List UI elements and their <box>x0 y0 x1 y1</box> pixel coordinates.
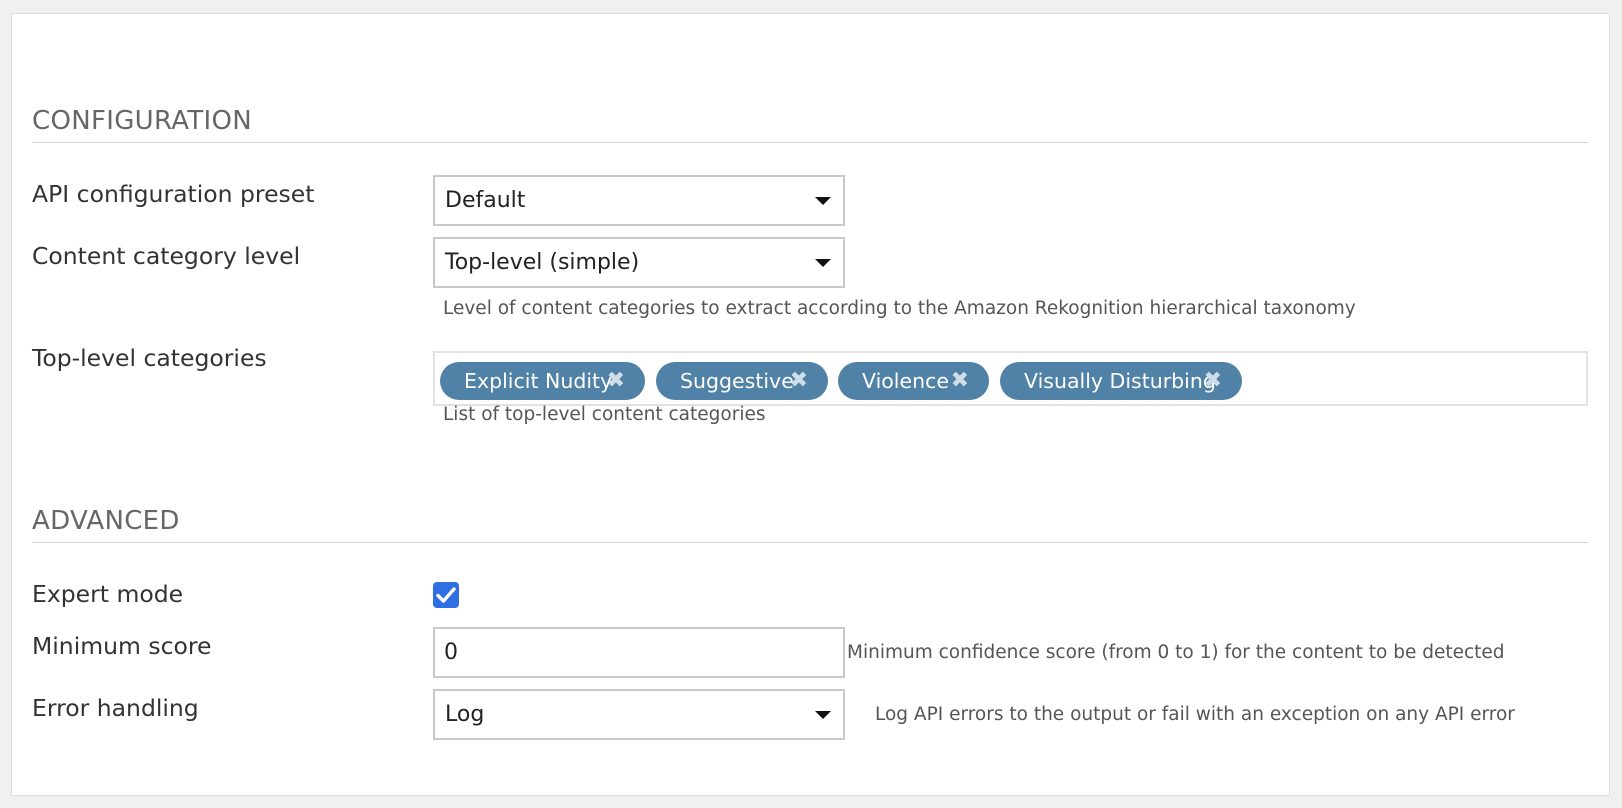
error-handling-select[interactable]: Log <box>433 689 845 740</box>
section-title-configuration: CONFIGURATION <box>32 106 253 136</box>
chevron-down-icon <box>815 259 831 267</box>
api-preset-label: API configuration preset <box>32 180 315 208</box>
tag-suggestive: Suggestive ✖ <box>656 362 828 400</box>
category-level-help: Level of content categories to extract a… <box>443 298 1356 319</box>
checkmark-icon <box>436 587 456 603</box>
settings-panel: CONFIGURATION API configuration preset D… <box>11 13 1610 796</box>
top-level-categories-label: Top-level categories <box>32 344 267 372</box>
remove-tag-icon[interactable]: ✖ <box>1204 362 1222 400</box>
remove-tag-icon[interactable]: ✖ <box>790 362 808 400</box>
error-handling-label: Error handling <box>32 694 199 722</box>
expert-mode-label: Expert mode <box>32 580 184 608</box>
chevron-down-icon <box>815 197 831 205</box>
error-handling-value: Log <box>445 702 485 727</box>
error-handling-help: Log API errors to the output or fail wit… <box>875 704 1515 725</box>
expert-mode-checkbox[interactable] <box>433 582 459 608</box>
categories-tag-input[interactable]: Explicit Nudity ✖ Suggestive ✖ Violence … <box>433 351 1588 406</box>
minimum-score-help: Minimum confidence score (from 0 to 1) f… <box>847 642 1505 663</box>
category-level-label: Content category level <box>32 242 301 270</box>
minimum-score-input[interactable] <box>433 627 845 678</box>
remove-tag-icon[interactable]: ✖ <box>607 362 625 400</box>
api-preset-value: Default <box>445 188 526 213</box>
chevron-down-icon <box>815 711 831 719</box>
section-divider <box>32 142 1588 143</box>
api-preset-select[interactable]: Default <box>433 175 845 226</box>
tag-label: Explicit Nudity <box>464 369 613 393</box>
tag-violence: Violence ✖ <box>838 362 989 400</box>
tag-label: Suggestive <box>680 369 794 393</box>
minimum-score-label: Minimum score <box>32 632 212 660</box>
remove-tag-icon[interactable]: ✖ <box>951 362 969 400</box>
tag-explicit-nudity: Explicit Nudity ✖ <box>440 362 645 400</box>
section-title-advanced: ADVANCED <box>32 506 180 536</box>
tag-label: Visually Disturbing <box>1024 369 1216 393</box>
categories-help: List of top-level content categories <box>443 404 766 425</box>
category-level-value: Top-level (simple) <box>445 250 640 275</box>
category-level-select[interactable]: Top-level (simple) <box>433 237 845 288</box>
tag-visually-disturbing: Visually Disturbing ✖ <box>1000 362 1242 400</box>
tag-label: Violence <box>862 369 949 393</box>
section-divider <box>32 542 1588 543</box>
